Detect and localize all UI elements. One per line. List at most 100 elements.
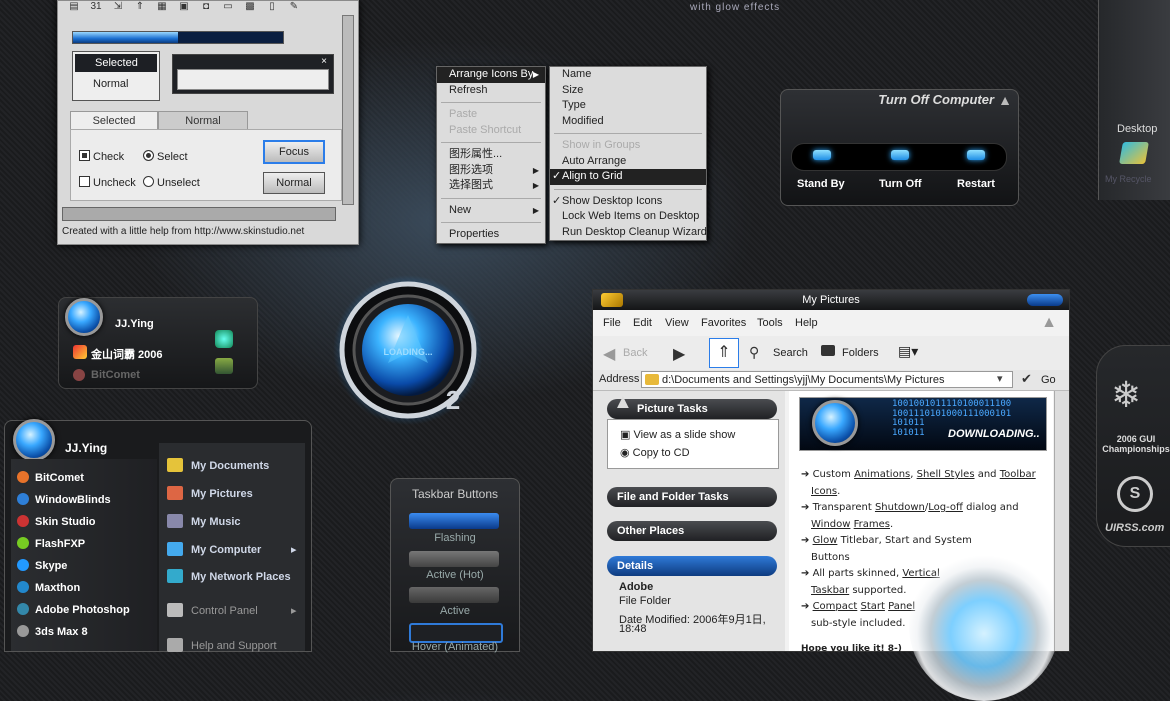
feature-link[interactable]: Taskbar bbox=[811, 585, 849, 596]
submenu-item[interactable]: Name bbox=[550, 67, 706, 83]
other-places-header[interactable]: Other Places bbox=[607, 521, 777, 541]
doc-icon[interactable]: ▦ bbox=[156, 1, 168, 13]
tab-selected[interactable]: Selected bbox=[70, 111, 158, 131]
feature-link[interactable]: Toolbar bbox=[1000, 469, 1036, 480]
menu-tools[interactable]: Tools bbox=[757, 317, 783, 329]
grid-icon[interactable]: ▩ bbox=[244, 1, 256, 13]
gpu-icon[interactable] bbox=[215, 358, 233, 374]
recycle-icon[interactable] bbox=[1119, 142, 1149, 164]
user-avatar[interactable] bbox=[65, 298, 103, 336]
feature-link[interactable]: Icons bbox=[811, 486, 837, 497]
list-item-selected[interactable]: Selected bbox=[75, 54, 157, 72]
app1-label[interactable]: 金山词霸 2006 bbox=[91, 346, 163, 362]
forward-icon[interactable]: ▶ bbox=[673, 344, 685, 364]
menu-file[interactable]: File bbox=[603, 317, 621, 329]
menu-favorites[interactable]: Favorites bbox=[701, 317, 746, 329]
submenu-item[interactable]: Show in Groups bbox=[550, 138, 706, 154]
submenu-item[interactable]: Modified bbox=[550, 114, 706, 130]
feature-link[interactable]: Shell Styles bbox=[917, 469, 975, 480]
select-radio[interactable]: Select bbox=[143, 150, 188, 163]
phone-icon[interactable]: ▯ bbox=[266, 1, 278, 13]
window-icon[interactable] bbox=[601, 293, 623, 307]
restart-button[interactable]: Restart bbox=[957, 178, 995, 190]
app2-label[interactable]: BitComet bbox=[91, 369, 140, 381]
submenu-item[interactable]: Run Desktop Cleanup Wizard bbox=[550, 225, 707, 241]
stand-by-button[interactable]: Stand By bbox=[797, 178, 845, 190]
views-icon[interactable]: ▤▾ bbox=[898, 343, 918, 360]
start-place-item[interactable]: My Music bbox=[167, 513, 241, 531]
start-program-item[interactable]: Adobe Photoshop bbox=[17, 601, 130, 619]
active-hot-button[interactable] bbox=[409, 551, 499, 567]
feature-link[interactable]: Glow bbox=[813, 535, 838, 546]
close-icon[interactable]: × bbox=[321, 56, 327, 67]
details-header[interactable]: Details bbox=[607, 556, 777, 576]
start-place-item[interactable]: My Pictures bbox=[167, 485, 253, 503]
feature-link[interactable]: Log-off bbox=[928, 502, 963, 513]
start-place-item[interactable]: My Computer ▸ bbox=[167, 541, 297, 559]
up-icon[interactable]: ⇑ bbox=[134, 1, 146, 13]
start-place-item[interactable]: My Documents bbox=[167, 457, 269, 475]
submenu-item[interactable]: Lock Web Items on Desktop bbox=[550, 209, 706, 225]
listbox[interactable]: Selected Normal bbox=[72, 51, 160, 101]
search-button[interactable]: Search bbox=[773, 347, 808, 359]
focus-button[interactable]: Focus bbox=[263, 140, 325, 164]
start-program-item[interactable]: FlashFXP bbox=[17, 535, 85, 553]
submenu-item[interactable]: Auto Arrange bbox=[550, 154, 706, 170]
monitor-icon[interactable]: ▭ bbox=[222, 1, 234, 13]
restart-led[interactable] bbox=[967, 150, 985, 160]
explorer-titlebar[interactable]: My Pictures bbox=[593, 290, 1069, 310]
menu-item[interactable]: New ▶ bbox=[437, 203, 545, 219]
vertical-scrollbar[interactable] bbox=[342, 15, 354, 205]
stand-by-led[interactable] bbox=[813, 150, 831, 160]
hover-button[interactable] bbox=[409, 623, 503, 643]
back-button[interactable]: Back bbox=[623, 347, 647, 359]
window-buttons[interactable] bbox=[1027, 294, 1063, 306]
menu-item[interactable]: 图形选项 ▶ bbox=[437, 163, 545, 179]
menu-item[interactable]: Paste Shortcut bbox=[437, 123, 545, 139]
start-program-item[interactable]: Skin Studio bbox=[17, 513, 96, 531]
menu-item[interactable]: Refresh bbox=[437, 83, 545, 99]
start-user-avatar[interactable] bbox=[13, 419, 55, 461]
content-scrollbar[interactable] bbox=[1054, 391, 1069, 651]
normal-button[interactable]: Normal bbox=[263, 172, 325, 194]
menu-item[interactable]: 选择图式 ▶ bbox=[437, 178, 545, 194]
unselect-radio[interactable]: Unselect bbox=[143, 176, 200, 189]
feature-link[interactable]: Frames bbox=[854, 519, 890, 530]
folders-button[interactable]: Folders bbox=[842, 347, 879, 359]
submenu-item[interactable]: Size bbox=[550, 83, 706, 99]
slideshow-link[interactable]: ▣ View as a slide show bbox=[620, 428, 735, 441]
dark-text-box[interactable]: × bbox=[172, 54, 334, 94]
text-area[interactable] bbox=[177, 69, 329, 90]
menu-help[interactable]: Help bbox=[795, 317, 818, 329]
turn-off-led[interactable] bbox=[891, 150, 909, 160]
active-button[interactable] bbox=[409, 587, 499, 603]
menu-edit[interactable]: Edit bbox=[633, 317, 652, 329]
menu-item[interactable]: Arrange Icons By ▶ bbox=[437, 67, 545, 83]
go-icon[interactable]: ✔ bbox=[1021, 371, 1032, 387]
dictionary-icon[interactable] bbox=[73, 345, 87, 359]
print-icon[interactable]: ▣ bbox=[178, 1, 190, 13]
start-place-item[interactable]: My Network Places bbox=[167, 568, 291, 586]
feature-link[interactable]: Start bbox=[861, 601, 885, 612]
menu-item[interactable]: Properties bbox=[437, 227, 545, 243]
feature-link[interactable]: Window bbox=[811, 519, 850, 530]
up-folder-icon[interactable]: ⇑ bbox=[709, 338, 739, 368]
horizontal-scrollbar[interactable] bbox=[62, 207, 336, 221]
chevron-down-icon[interactable]: ▾ bbox=[997, 372, 1003, 385]
camera-icon[interactable]: ◘ bbox=[200, 1, 212, 13]
list-item-normal[interactable]: Normal bbox=[73, 74, 159, 94]
bitcomet-icon[interactable] bbox=[73, 369, 85, 381]
address-input[interactable]: d:\Documents and Settings\yjj\My Documen… bbox=[641, 371, 1013, 388]
menu-view[interactable]: View bbox=[665, 317, 689, 329]
feature-link[interactable]: Compact bbox=[813, 601, 858, 612]
start-program-item[interactable]: BitComet bbox=[17, 469, 84, 487]
check-checkbox[interactable]: Check bbox=[79, 150, 124, 163]
submenu-item[interactable]: Align to Grid ✓ bbox=[550, 169, 706, 185]
uncheck-checkbox[interactable]: Uncheck bbox=[79, 176, 136, 189]
start-program-item[interactable]: 3ds Max 8 bbox=[17, 623, 88, 641]
submenu-item[interactable]: Type bbox=[550, 98, 706, 114]
turn-off-button[interactable]: Turn Off bbox=[879, 178, 922, 190]
go-button[interactable]: Go bbox=[1041, 374, 1056, 386]
feature-link[interactable]: Animations bbox=[854, 469, 910, 480]
start-program-item[interactable]: Skype bbox=[17, 557, 67, 575]
